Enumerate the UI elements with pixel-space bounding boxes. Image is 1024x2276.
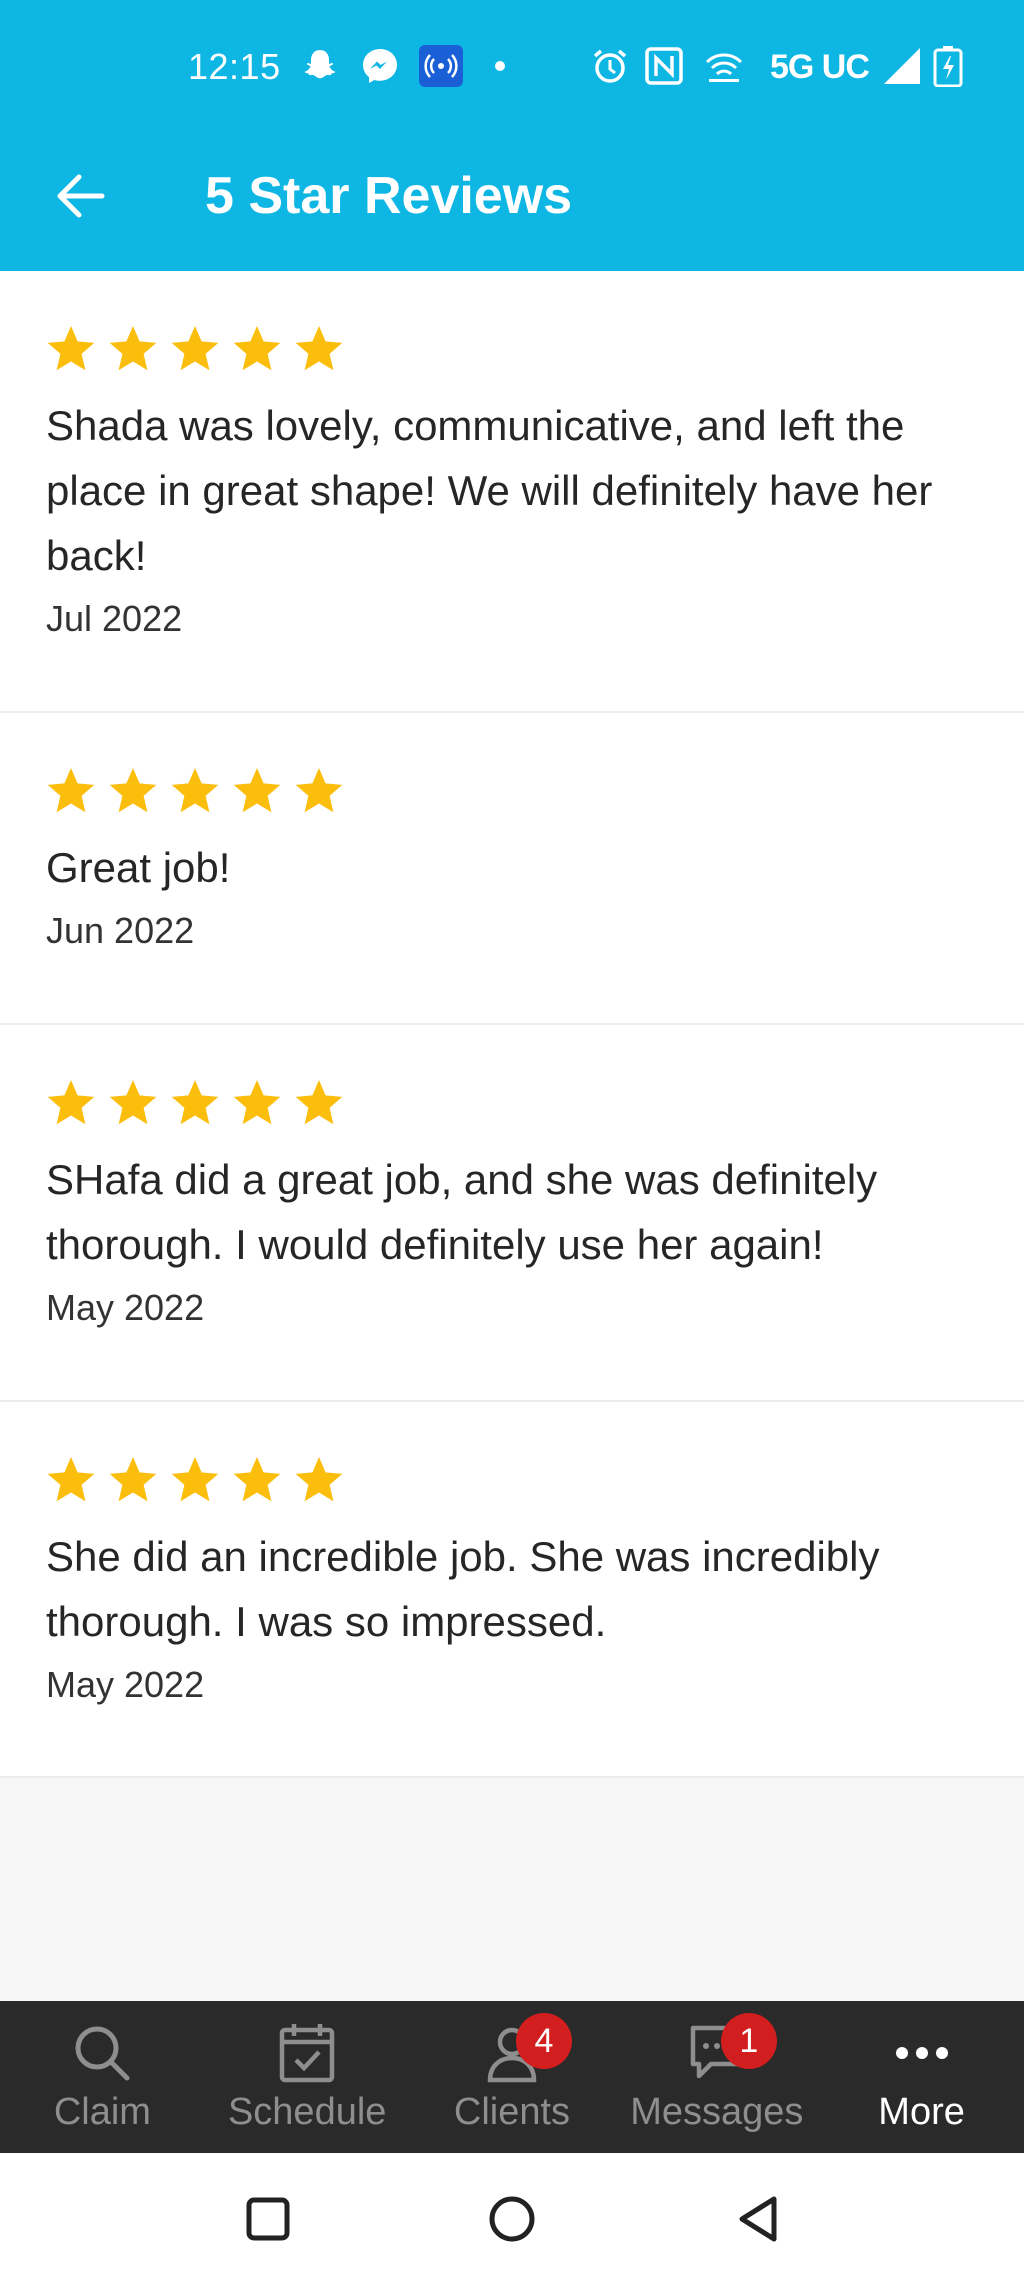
star-icon — [295, 768, 343, 813]
back-arrow-icon — [55, 174, 105, 223]
recents-icon[interactable] — [238, 2189, 298, 2249]
back-triangle-icon[interactable] — [728, 2189, 788, 2249]
status-bar: 12:15 5G UC — [0, 0, 1024, 138]
review-card: SHafa did a great job, and she was defin… — [0, 1025, 1024, 1402]
alarm-icon — [588, 44, 632, 88]
system-navigation-bar — [0, 2153, 1024, 2276]
review-text: SHafa did a great job, and she was defin… — [46, 1156, 878, 1268]
star-icon — [47, 768, 95, 813]
star-icon — [295, 326, 343, 371]
review-text: She did an incredible job. She was incre… — [46, 1533, 880, 1645]
chat-icon: 1 — [687, 2013, 777, 2087]
messenger-icon — [358, 44, 402, 88]
star-rating — [46, 765, 978, 817]
star-rating — [46, 1077, 978, 1129]
dot-icon — [488, 44, 512, 88]
nav-label: More — [878, 2091, 965, 2133]
more-dots-icon — [892, 2019, 952, 2087]
nav-clients[interactable]: 4 Clients — [410, 2001, 615, 2153]
nav-claim[interactable]: Claim — [0, 2001, 205, 2153]
star-icon — [109, 768, 157, 813]
star-icon — [47, 1080, 95, 1125]
star-rating — [46, 1454, 978, 1506]
star-icon — [171, 1080, 219, 1125]
nav-messages[interactable]: 1 Messages — [614, 2001, 819, 2153]
bottom-navigation: Claim Schedule 4 Clients 1 Messages More — [0, 2001, 1024, 2153]
hotspot-icon — [418, 44, 464, 88]
search-icon — [70, 2019, 134, 2087]
star-icon — [171, 768, 219, 813]
review-date: Jul 2022 — [46, 598, 183, 639]
review-card: Great job! Jun 2022 — [0, 713, 1024, 1025]
nav-schedule[interactable]: Schedule — [205, 2001, 410, 2153]
star-icon — [233, 1080, 281, 1125]
star-icon — [109, 1457, 157, 1502]
battery-icon — [930, 44, 966, 88]
wifi-calling-icon — [702, 44, 746, 88]
nav-more[interactable]: More — [819, 2001, 1024, 2153]
star-icon — [233, 768, 281, 813]
nav-label: Messages — [630, 2091, 804, 2133]
review-date: May 2022 — [46, 1287, 205, 1328]
star-icon — [47, 326, 95, 371]
star-icon — [109, 1080, 157, 1125]
page-title: 5 Star Reviews — [205, 167, 573, 225]
review-card: Shada was lovely, communicative, and lef… — [0, 271, 1024, 713]
back-button[interactable] — [40, 158, 120, 238]
review-card: She did an incredible job. She was incre… — [0, 1402, 1024, 1778]
reviews-list: Shada was lovely, communicative, and lef… — [0, 271, 1024, 1778]
star-rating — [46, 323, 978, 375]
star-icon — [171, 1457, 219, 1502]
nav-label: Claim — [53, 2091, 151, 2133]
nfc-icon — [642, 44, 686, 88]
review-text: Great job! — [46, 844, 231, 891]
clients-badge: 4 — [515, 2013, 572, 2069]
nav-label: Clients — [453, 2091, 571, 2133]
signal-icon — [880, 44, 924, 88]
review-date: Jun 2022 — [46, 910, 195, 951]
nav-label: Schedule — [227, 2091, 387, 2133]
messages-badge: 1 — [720, 2013, 777, 2069]
app-bar: 5 Star Reviews — [0, 138, 1024, 271]
star-icon — [233, 1457, 281, 1502]
person-icon: 4 — [482, 2013, 572, 2087]
star-icon — [109, 326, 157, 371]
review-date: May 2022 — [46, 1664, 205, 1705]
status-time: 12:15 — [188, 46, 281, 87]
star-icon — [233, 326, 281, 371]
network-label: 5G UC — [770, 48, 870, 86]
star-icon — [171, 326, 219, 371]
snapchat-icon — [298, 44, 342, 88]
calendar-check-icon — [278, 2019, 336, 2087]
review-text: Shada was lovely, communicative, and lef… — [46, 402, 933, 579]
star-icon — [295, 1080, 343, 1125]
home-icon[interactable] — [482, 2189, 542, 2249]
star-icon — [47, 1457, 95, 1502]
star-icon — [295, 1457, 343, 1502]
